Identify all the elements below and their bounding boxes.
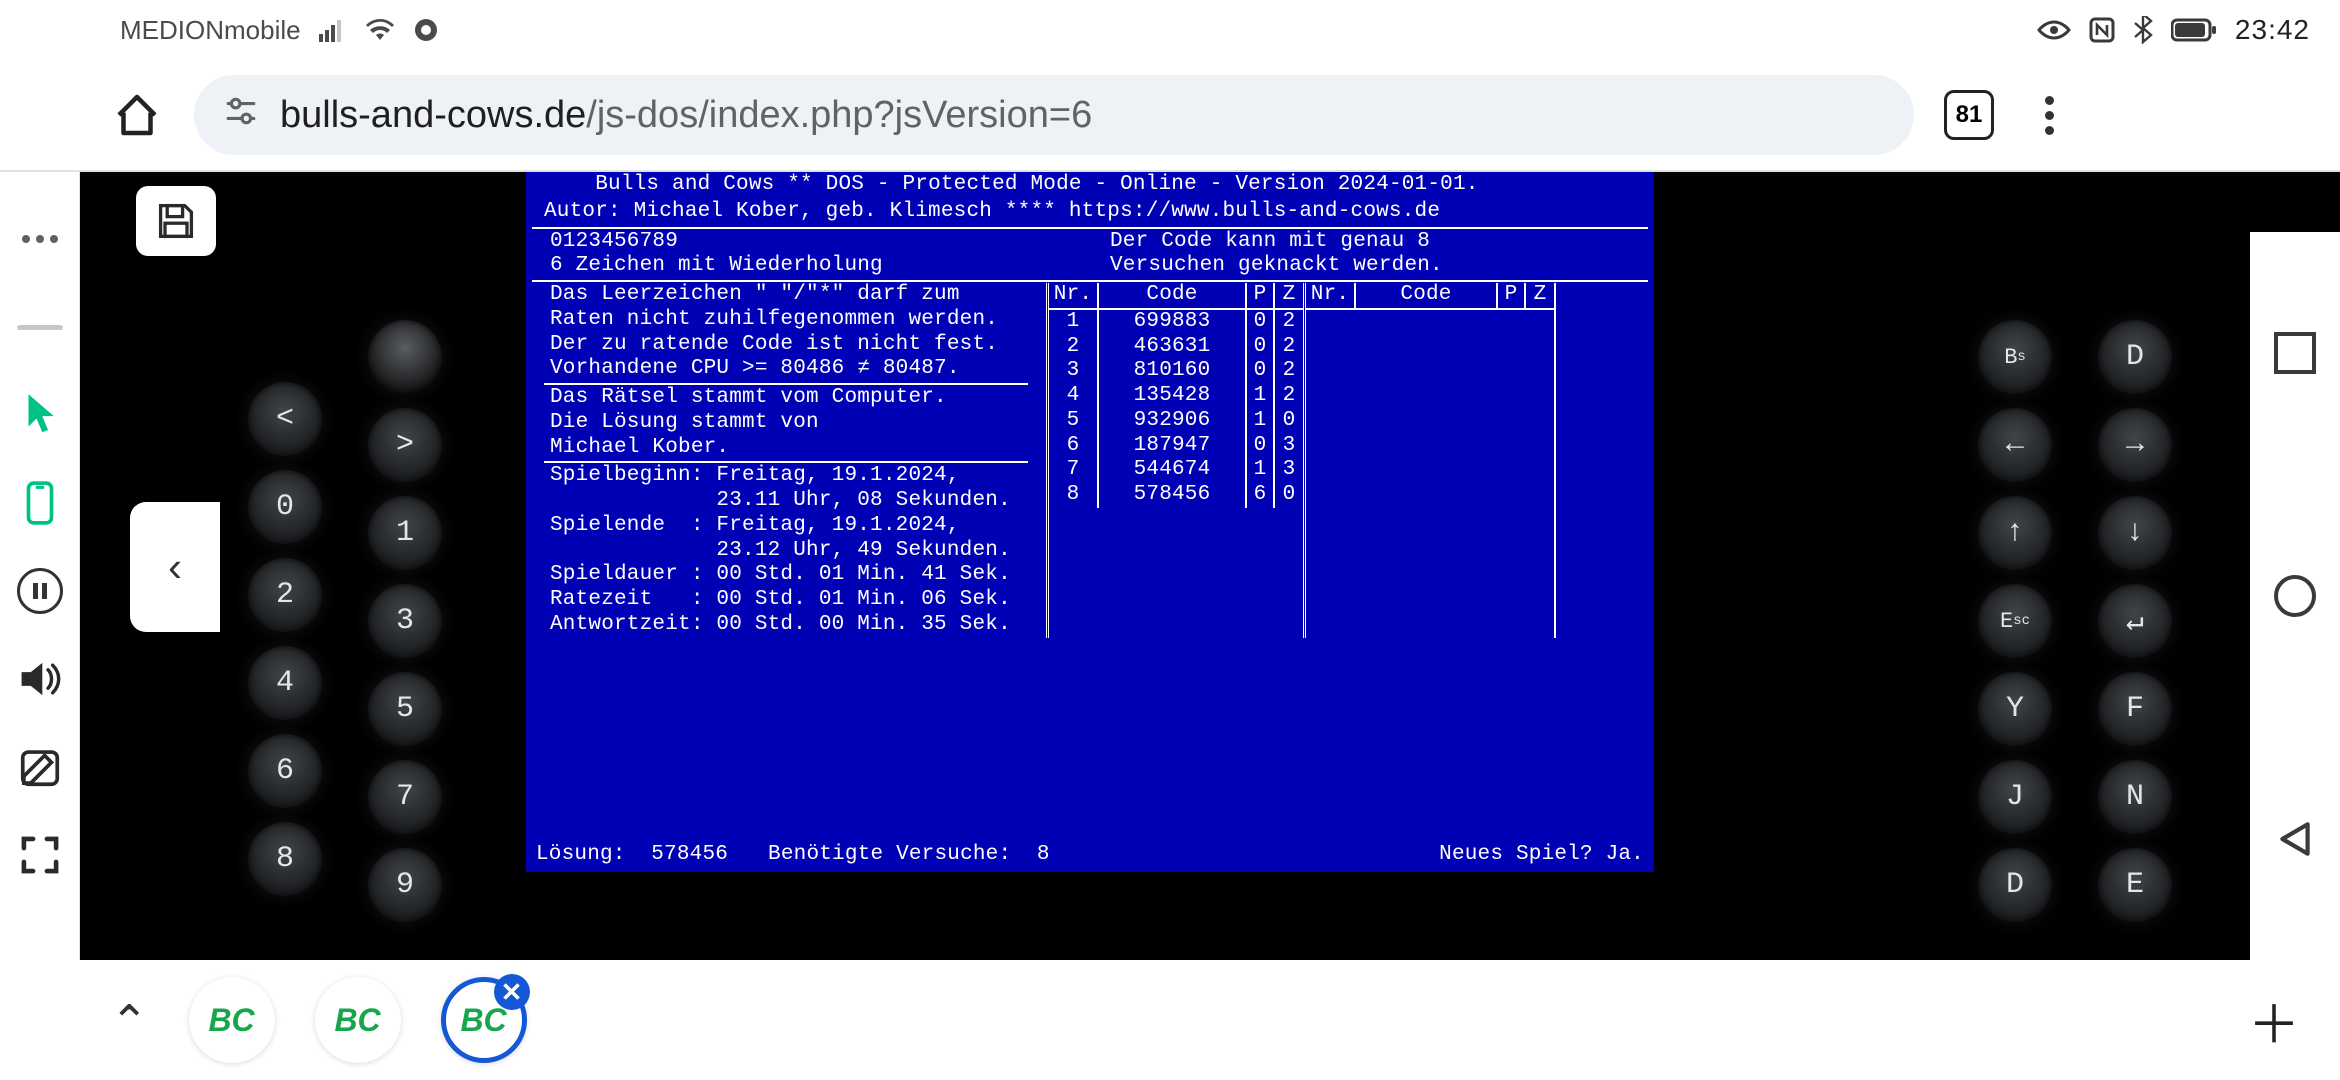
site-settings-icon[interactable] — [224, 94, 258, 136]
sync-icon — [413, 17, 439, 43]
bluetooth-icon — [2133, 16, 2153, 44]
fullscreen-icon[interactable] — [13, 828, 67, 882]
wifi-icon — [365, 18, 395, 42]
home-icon[interactable] — [110, 88, 164, 142]
guess-row: 857845660 — [1049, 483, 1303, 508]
collapse-handle[interactable]: ‹ — [130, 502, 220, 632]
virtual-keypad-right-d: D → ↓ ↵ FNE — [2098, 320, 2172, 922]
dos-footer: Lösung: 578456 Benötigte Versuche: 8 Neu… — [526, 841, 1654, 872]
virtual-key-J[interactable]: J — [1978, 760, 2052, 834]
tab-strip-expand-icon[interactable]: ⌄ — [110, 993, 149, 1047]
virtual-key-sym[interactable]: ↵ — [2098, 584, 2172, 658]
sound-icon[interactable] — [13, 652, 67, 706]
url-bar[interactable]: bulls-and-cows.de/js-dos/index.php?jsVer… — [194, 75, 1914, 155]
virtual-key-1[interactable]: 1 — [368, 496, 442, 570]
dos-guess-table-2: Nr. Code P Z — [1306, 283, 1556, 638]
battery-icon — [2171, 18, 2217, 42]
pause-icon[interactable] — [13, 564, 67, 618]
virtual-key-Bsym[interactable]: Bs — [1978, 320, 2052, 394]
chrome-toolbar: bulls-and-cows.de/js-dos/index.php?jsVer… — [0, 60, 2340, 170]
edit-icon[interactable] — [13, 740, 67, 794]
clock-label: 23:42 — [2235, 14, 2310, 46]
nfc-icon — [2089, 17, 2115, 43]
virtual-key-4[interactable]: 4 — [248, 646, 322, 720]
close-tab-icon[interactable]: ✕ — [494, 974, 530, 1010]
handle-icon[interactable] — [13, 300, 67, 354]
tab-switcher[interactable]: 81 — [1944, 90, 1994, 140]
url-path: /js-dos/index.php?jsVersion=6 — [586, 94, 1092, 136]
virtual-key-F[interactable]: F — [2098, 672, 2172, 746]
android-nav-bar — [2250, 232, 2340, 960]
virtual-key-6[interactable]: 6 — [248, 734, 322, 808]
dos-guess-table-1: Nr. Code P Z 169988302246363102381016002… — [1046, 283, 1306, 638]
dos-info-line: Michael Kober. — [538, 436, 1034, 461]
virtual-key-3[interactable]: 3 — [368, 584, 442, 658]
guess-row: 593290610 — [1049, 409, 1303, 434]
save-button[interactable] — [136, 186, 216, 256]
carrier-label: MEDIONmobile — [120, 15, 301, 46]
dos-info-line: Das Rätsel stammt vom Computer. — [538, 386, 1034, 411]
virtual-key-9[interactable]: 9 — [368, 848, 442, 922]
nav-home-icon[interactable] — [2274, 575, 2316, 617]
tab-favicon-2[interactable]: BC — [315, 977, 401, 1063]
virtual-key-5[interactable]: 5 — [368, 672, 442, 746]
jsdos-sidebar — [0, 172, 80, 960]
virtual-key-E[interactable]: E — [2098, 848, 2172, 922]
virtual-key-Y[interactable]: Y — [1978, 672, 2052, 746]
virtual-key-0[interactable]: 0 — [248, 470, 322, 544]
guess-row: 246363102 — [1049, 335, 1303, 360]
guess-row: 618794703 — [1049, 434, 1303, 459]
android-status-bar: MEDIONmobile 23:42 — [0, 0, 2340, 60]
chrome-overflow-menu[interactable] — [2024, 90, 2074, 140]
pointer-icon[interactable] — [13, 388, 67, 442]
tab-favicon-1[interactable]: BC — [189, 977, 275, 1063]
dos-info-line: Ratezeit : 00 Std. 01 Min. 06 Sek. — [538, 588, 1034, 613]
guess-row: 754467413 — [1049, 458, 1303, 483]
virtual-key-sym[interactable]: ← — [1978, 408, 2052, 482]
dos-info-line: Der zu ratende Code ist nicht fest. — [538, 333, 1034, 358]
dos-info-line: Spielende : Freitag, 19.1.2024, — [538, 514, 1034, 539]
virtual-key-blank[interactable] — [368, 320, 442, 394]
chrome-tab-strip: ⌄ BC BC BC ✕ ＋ — [0, 960, 2340, 1080]
virtual-key-2[interactable]: 2 — [248, 558, 322, 632]
tab-favicon-active[interactable]: BC ✕ — [441, 977, 527, 1063]
virtual-key-Esymc[interactable]: Esc — [1978, 584, 2052, 658]
virtual-keypad-left-a: <0 2 4 6 8 — [248, 382, 322, 896]
dos-info-line: Spieldauer : 00 Std. 01 Min. 41 Sek. — [538, 563, 1034, 588]
guess-row: 169988302 — [1049, 310, 1303, 335]
virtual-key-D[interactable]: D — [1978, 848, 2052, 922]
guess-row: 413542812 — [1049, 384, 1303, 409]
more-icon[interactable] — [13, 212, 67, 266]
dos-info-line: 23.11 Uhr, 08 Sekunden. — [538, 489, 1034, 514]
nav-recent-icon[interactable] — [2274, 332, 2316, 374]
virtual-key-sym[interactable]: → — [2098, 408, 2172, 482]
dos-info-line: Raten nicht zuhilfegenommen werden. — [538, 308, 1034, 333]
virtual-keypad-right-c: Bs ← ↑ Esc YJD — [1978, 320, 2052, 922]
dos-info-panel: Das Leerzeichen " "/"*" darf zumRaten ni… — [526, 283, 1046, 638]
virtual-key-sym[interactable]: ↑ — [1978, 496, 2052, 570]
virtual-key-sym[interactable]: ↓ — [2098, 496, 2172, 570]
virtual-key-7[interactable]: 7 — [368, 760, 442, 834]
virtual-keypad-left-b: >1 3 5 7 9 — [368, 320, 442, 922]
dos-screen[interactable]: Bulls and Cows ** DOS - Protected Mode -… — [526, 172, 1654, 872]
dos-info-line: Spielbeginn: Freitag, 19.1.2024, — [538, 464, 1034, 489]
eye-icon — [2037, 18, 2071, 42]
guess-row: 381016002 — [1049, 359, 1303, 384]
dos-info-line: Vorhandene CPU >= 80486 ≠ 80487. — [538, 357, 1034, 382]
virtual-key-N[interactable]: N — [2098, 760, 2172, 834]
nav-back-icon[interactable] — [2274, 818, 2316, 860]
dos-info-line: Antwortzeit: 00 Std. 00 Min. 35 Sek. — [538, 613, 1034, 638]
virtual-key-8[interactable]: 8 — [248, 822, 322, 896]
mobile-icon[interactable] — [13, 476, 67, 530]
dos-info-line: Das Leerzeichen " "/"*" darf zum — [538, 283, 1034, 308]
signal-icon — [319, 18, 347, 42]
virtual-key-D[interactable]: D — [2098, 320, 2172, 394]
virtual-key-sym[interactable]: > — [368, 408, 442, 482]
new-tab-button[interactable]: ＋ — [2248, 983, 2300, 1058]
url-host: bulls-and-cows.de — [280, 94, 586, 136]
dos-info-line: 23.12 Uhr, 49 Sekunden. — [538, 539, 1034, 564]
dos-info-line: Die Lösung stammt von — [538, 411, 1034, 436]
virtual-key-sym[interactable]: < — [248, 382, 322, 456]
